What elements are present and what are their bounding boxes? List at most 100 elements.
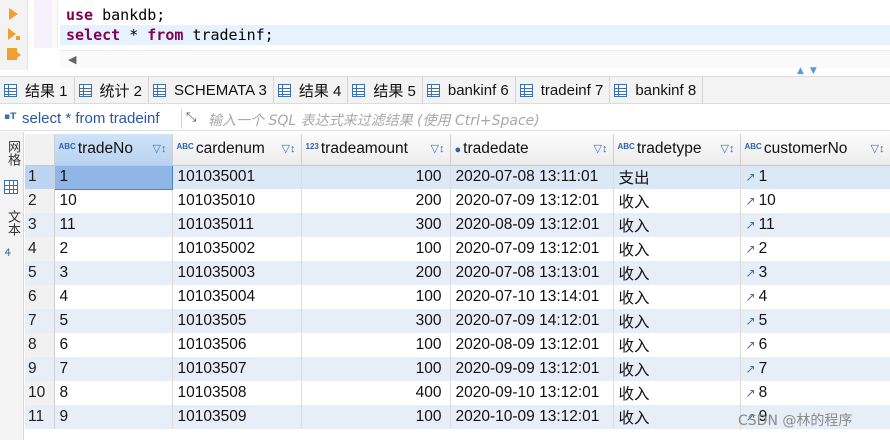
cell-customerNo[interactable]: ↗ 4	[740, 285, 890, 309]
cell-tradeamount[interactable]: 100	[301, 333, 451, 357]
cell-tradeamount[interactable]: 200	[301, 261, 451, 285]
result-tab-5[interactable]: 结果 5	[348, 77, 423, 104]
cell-tradeamount[interactable]: 300	[301, 309, 451, 333]
cell-tradetype[interactable]: 收入	[613, 357, 741, 381]
table-row[interactable]: 3 11 101035011 300 2020-08-09 13:12:01 收入 ↗ 11	[25, 213, 890, 237]
filter-input[interactable]: 输入一个 SQL 表达式来过滤结果 (使用 Ctrl+Space)	[208, 110, 540, 130]
foreign-key-link-icon[interactable]: ↗	[746, 170, 756, 184]
cell-cardenum[interactable]: 101035001	[172, 165, 302, 189]
cell-tradedate[interactable]: 2020-07-08 13:13:01	[450, 261, 614, 285]
code-line-1[interactable]: use bankdb;	[66, 5, 165, 25]
table-row[interactable]: 2 10 101035010 200 2020-07-09 13:12:01 收入 ↗ 10	[25, 189, 890, 213]
cell-tradeamount[interactable]: 200	[301, 189, 451, 213]
cell-tradeamount[interactable]: 300	[301, 213, 451, 237]
cell-customerNo[interactable]: ↗ 11	[740, 213, 890, 237]
cell-cardenum[interactable]: 101035002	[172, 237, 302, 261]
cell-cardenum[interactable]: 10103509	[172, 405, 302, 429]
cell-tradedate[interactable]: 2020-08-09 13:12:01	[450, 333, 614, 357]
cell-cardenum[interactable]: 101035010	[172, 189, 302, 213]
cell-tradedate[interactable]: 2020-10-09 13:12:01	[450, 405, 614, 429]
foreign-key-link-icon[interactable]: ↗	[746, 362, 756, 376]
row-number[interactable]: 11	[25, 405, 55, 429]
cell-tradedate[interactable]: 2020-07-09 13:12:01	[450, 237, 614, 261]
row-number[interactable]: 6	[25, 285, 55, 309]
table-row[interactable]: 7 5 10103505 300 2020-07-09 14:12:01 收入 ↗ 5	[25, 309, 890, 333]
table-row[interactable]: 5 3 101035003 200 2020-07-08 13:13:01 收入 ↗ 3	[25, 261, 890, 285]
cell-tradetype[interactable]: 收入	[613, 309, 741, 333]
editor-horizontal-scrollbar[interactable]: ◀	[60, 50, 890, 68]
table-row[interactable]: 1 1 101035001 100 2020-07-08 13:11:01 支出 ↗ 1	[25, 164, 890, 190]
table-row[interactable]: 4 2 101035002 100 2020-07-09 13:12:01 收入 ↗ 2	[25, 237, 890, 261]
column-header-tradeamount[interactable]: 123 tradeamount ▽↕	[301, 134, 451, 166]
cell-customerNo[interactable]: ↗ 1	[740, 165, 890, 189]
grid-view-tab[interactable]: 网格	[2, 140, 22, 166]
foreign-key-link-icon[interactable]: ↗	[746, 290, 756, 304]
cell-tradeamount[interactable]: 100	[301, 237, 451, 261]
cell-tradeamount[interactable]: 100	[301, 405, 451, 429]
table-row[interactable]: 6 4 101035004 100 2020-07-10 13:14:01 收入 ↗ 4	[25, 285, 890, 309]
result-tab-8[interactable]: bankinf 8	[610, 77, 704, 104]
foreign-key-link-icon[interactable]: ↗	[746, 338, 756, 352]
run-statement-icon[interactable]	[5, 6, 21, 22]
text-view-icon[interactable]: Ꮞ	[5, 248, 11, 259]
cell-tradeNo[interactable]: 3	[54, 261, 173, 285]
cell-tradeamount[interactable]: 400	[301, 381, 451, 405]
cell-cardenum[interactable]: 10103507	[172, 357, 302, 381]
column-header-tradetype[interactable]: ABC tradetype ▽↕	[613, 134, 741, 166]
result-tab-3[interactable]: SCHEMATA 3	[149, 77, 274, 104]
cell-tradeNo[interactable]: 1	[53, 164, 173, 190]
cell-tradedate[interactable]: 2020-09-10 13:12:01	[450, 381, 614, 405]
result-grid[interactable]: ABC tradeNo ▽↕ ABC cardenum ▽↕ 123 tradeamount ▽…	[25, 134, 890, 429]
row-number[interactable]: 1	[25, 165, 55, 189]
row-number[interactable]: 4	[25, 237, 55, 261]
cell-tradetype[interactable]: 收入	[613, 237, 741, 261]
cell-cardenum[interactable]: 10103505	[172, 309, 302, 333]
expand-icon[interactable]: ⤡	[186, 110, 196, 125]
text-view-tab[interactable]: 文本	[2, 210, 22, 236]
explain-plan-icon[interactable]	[5, 46, 21, 62]
cell-customerNo[interactable]: ↗ 6	[740, 333, 890, 357]
panel-collapse-icon[interactable]: ▲▼	[797, 66, 823, 76]
cell-tradedate[interactable]: 2020-08-09 13:12:01	[450, 213, 614, 237]
column-header-customerNo[interactable]: ABC customerNo ▽↕	[740, 134, 890, 166]
table-row[interactable]: 10 8 10103508 400 2020-09-10 13:12:01 收入 ↗ 8	[25, 381, 890, 405]
cell-cardenum[interactable]: 10103506	[172, 333, 302, 357]
sort-filter-icon[interactable]: ▽↕	[594, 142, 608, 155]
cell-tradedate[interactable]: 2020-09-09 13:12:01	[450, 357, 614, 381]
cell-tradeNo[interactable]: 2	[54, 237, 173, 261]
cell-tradetype[interactable]: 收入	[613, 381, 741, 405]
cell-tradedate[interactable]: 2020-07-10 13:14:01	[450, 285, 614, 309]
cell-tradetype[interactable]: 收入	[613, 405, 741, 429]
result-tab-1[interactable]: 结果 1	[0, 77, 75, 104]
cell-tradetype[interactable]: 收入	[613, 285, 741, 309]
cell-cardenum[interactable]: 101035003	[172, 261, 302, 285]
cell-tradetype[interactable]: 收入	[613, 333, 741, 357]
sort-filter-icon[interactable]: ▽↕	[871, 142, 885, 155]
foreign-key-link-icon[interactable]: ↗	[746, 218, 756, 232]
foreign-key-link-icon[interactable]: ↗	[746, 266, 756, 280]
cell-tradetype[interactable]: 收入	[613, 189, 741, 213]
column-header-cardenum[interactable]: ABC cardenum ▽↕	[172, 134, 302, 166]
cell-tradeNo[interactable]: 8	[54, 381, 173, 405]
table-row[interactable]: 8 6 10103506 100 2020-08-09 13:12:01 收入 ↗ 6	[25, 333, 890, 357]
sort-filter-icon[interactable]: ▽↕	[282, 142, 296, 155]
row-number[interactable]: 9	[25, 357, 55, 381]
cell-tradeNo[interactable]: 10	[54, 189, 173, 213]
cell-tradedate[interactable]: 2020-07-09 13:12:01	[450, 189, 614, 213]
cell-customerNo[interactable]: ↗ 5	[740, 309, 890, 333]
cell-customerNo[interactable]: ↗ 8	[740, 381, 890, 405]
cell-tradetype[interactable]: 收入	[613, 261, 741, 285]
cell-tradeamount[interactable]: 100	[301, 285, 451, 309]
code-line-2[interactable]: select * from tradeinf;	[60, 25, 890, 45]
row-number[interactable]: 2	[25, 189, 55, 213]
cell-tradeNo[interactable]: 4	[54, 285, 173, 309]
result-tab-4[interactable]: 结果 4	[274, 77, 349, 104]
cell-tradeNo[interactable]: 11	[54, 213, 173, 237]
column-header-tradeNo[interactable]: ABC tradeNo ▽↕	[54, 134, 173, 166]
foreign-key-link-icon[interactable]: ↗	[746, 242, 756, 256]
grid-icon[interactable]	[4, 180, 18, 194]
cell-cardenum[interactable]: 10103508	[172, 381, 302, 405]
query-text[interactable]: select * from tradeinf	[22, 110, 160, 127]
result-tab-6[interactable]: bankinf 6	[423, 77, 516, 104]
cell-tradetype[interactable]: 支出	[613, 165, 741, 189]
